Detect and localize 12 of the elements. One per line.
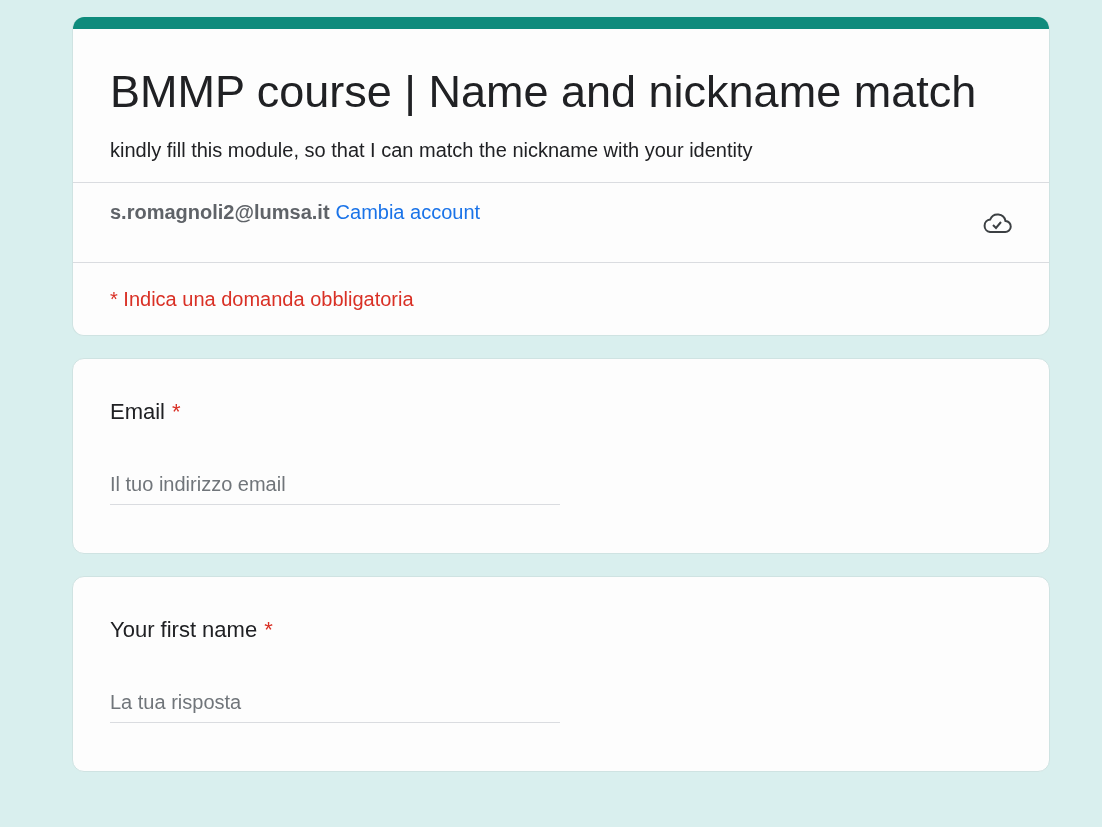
answer-field[interactable]: La tua risposta bbox=[110, 687, 560, 723]
required-notice: * Indica una domanda obbligatoria bbox=[110, 287, 414, 311]
question-label: Email bbox=[110, 399, 165, 425]
required-mark: * bbox=[172, 399, 181, 425]
cloud-check-icon bbox=[982, 210, 1012, 235]
account-email: s.romagnoli2@lumsa.it bbox=[110, 201, 330, 223]
form-title: BMMP course | Name and nickname match bbox=[109, 65, 978, 119]
form-description: kindly fill this module, so that I can match the nickname with your identity bbox=[109, 138, 754, 163]
switch-account-link[interactable]: Cambia account bbox=[335, 201, 481, 223]
question-label: Your first name bbox=[110, 617, 258, 643]
answer-field[interactable]: Il tuo indirizzo email bbox=[110, 469, 560, 505]
required-mark: * bbox=[264, 617, 273, 643]
